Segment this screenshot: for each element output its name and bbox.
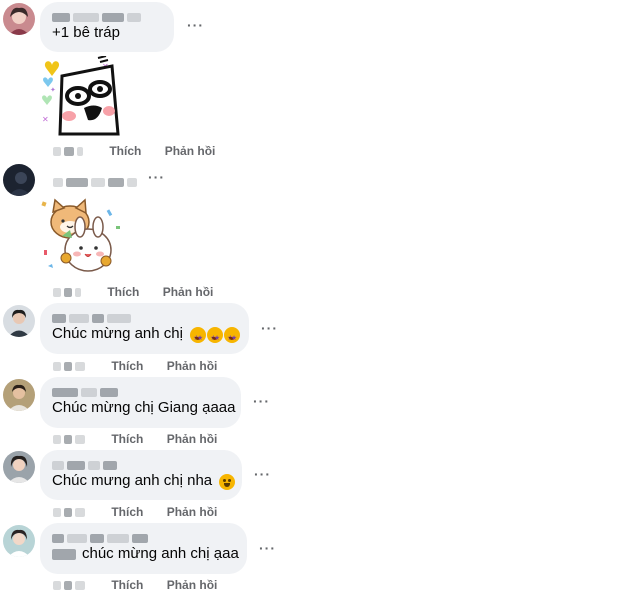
- author-name[interactable]: [52, 384, 229, 398]
- author-name[interactable]: [52, 9, 162, 23]
- comment-text: +1 bê tráp: [52, 24, 120, 41]
- ellipsis-icon[interactable]: ···: [261, 320, 278, 336]
- reply-link[interactable]: Phản hồi: [167, 431, 218, 447]
- comment-bubble: Chúc mưng anh chị nha: [40, 450, 242, 500]
- avatar[interactable]: [3, 164, 35, 196]
- comment-text: chúc mừng anh chị ạaa: [52, 544, 239, 563]
- dog-and-bunny-celebration-sticker: [41, 198, 120, 272]
- comment-text: Chúc mưng anh chị nha: [52, 471, 236, 491]
- like-link[interactable]: Thích: [111, 504, 143, 520]
- comment-text: Chúc mừng anh chị: [52, 324, 241, 348]
- comment-actions: Thích Phản hồi: [53, 357, 223, 373]
- reply-link[interactable]: Phản hồi: [165, 143, 216, 159]
- timestamp[interactable]: [53, 504, 88, 520]
- comment-actions: Thích Phản hồi: [53, 430, 223, 446]
- like-link[interactable]: Thích: [111, 431, 143, 447]
- author-name[interactable]: [52, 530, 235, 544]
- svg-text:✦: ✦: [50, 86, 56, 94]
- reply-link[interactable]: Phản hồi: [167, 504, 218, 520]
- like-link[interactable]: Thích: [109, 143, 141, 159]
- comment-bubble: chúc mừng anh chị ạaa: [40, 523, 247, 574]
- reply-link[interactable]: Phản hồi: [163, 284, 214, 300]
- svg-text:✕: ✕: [42, 115, 49, 124]
- timestamp[interactable]: [53, 431, 88, 447]
- like-link[interactable]: Thích: [107, 284, 139, 300]
- star-struck-emoji: [189, 325, 241, 348]
- avatar[interactable]: [3, 451, 35, 483]
- reply-link[interactable]: Phản hồi: [167, 577, 218, 593]
- reply-link[interactable]: Phản hồi: [167, 358, 218, 374]
- comment-actions: Thích Phản hồi: [53, 503, 223, 519]
- avatar[interactable]: [3, 525, 35, 557]
- ellipsis-icon[interactable]: ···: [253, 393, 270, 409]
- comment-text: Chúc mừng chị Giang ạaaa: [52, 399, 236, 416]
- timestamp[interactable]: [53, 577, 88, 593]
- grinning-emoji: [218, 472, 236, 491]
- comment-actions: Thích Phản hồi: [53, 576, 223, 592]
- timestamp[interactable]: [53, 358, 88, 374]
- comment-actions: Thích Phản hồi: [53, 142, 221, 158]
- avatar[interactable]: [3, 3, 35, 35]
- timestamp[interactable]: [53, 284, 84, 300]
- cartoon-face-hearts-sticker: ✕ ✕ ✦: [42, 56, 120, 136]
- comment-bubble: Chúc mừng anh chị: [40, 303, 249, 354]
- like-link[interactable]: Thích: [111, 577, 143, 593]
- author-name[interactable]: [52, 310, 237, 324]
- comment-bubble: Chúc mừng chị Giang ạaaa: [40, 377, 241, 428]
- ellipsis-icon[interactable]: ···: [148, 169, 165, 185]
- like-link[interactable]: Thích: [111, 358, 143, 374]
- author-name[interactable]: [53, 174, 140, 188]
- avatar[interactable]: [3, 305, 35, 337]
- ellipsis-icon[interactable]: ···: [254, 466, 271, 482]
- avatar[interactable]: [3, 379, 35, 411]
- comment-bubble: +1 bê tráp: [40, 2, 174, 52]
- timestamp[interactable]: [53, 143, 86, 159]
- ellipsis-icon[interactable]: ···: [187, 17, 204, 33]
- ellipsis-icon[interactable]: ···: [259, 540, 276, 556]
- author-name[interactable]: [52, 457, 230, 471]
- comment-actions: Thích Phản hồi: [53, 283, 219, 299]
